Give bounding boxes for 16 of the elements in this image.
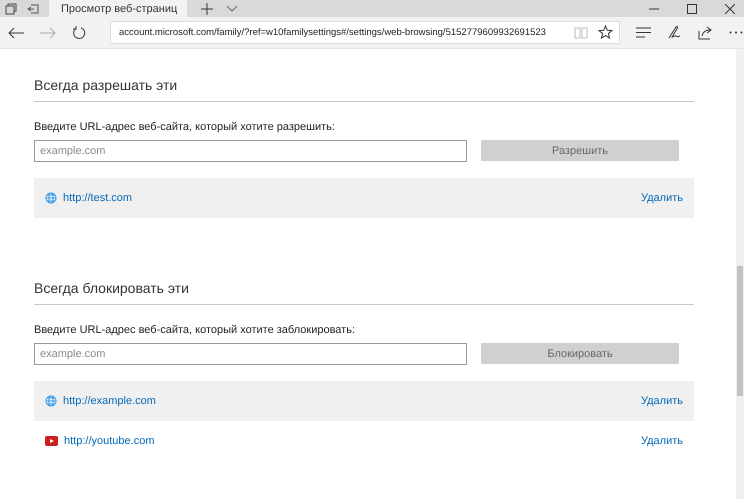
browser-tab[interactable]: Просмотр веб-страниц: [49, 0, 187, 17]
field-label: Введите URL-адрес веб-сайта, который хотите разрешить:: [34, 121, 336, 133]
address-text: account.microsoft.com/family/?ref=w10familysettings#/settings/web-browsing/5152779609932691523: [119, 27, 547, 38]
site-link[interactable]: http://youtube.com: [64, 435, 154, 447]
url-input-field[interactable]: example.com: [34, 140, 467, 162]
tab-title: Просмотр веб-страниц: [61, 2, 178, 14]
field-label: Введите URL-адрес веб-сайта, который хотите заблокировать:: [34, 324, 356, 336]
remove-link[interactable]: Удалить: [641, 435, 683, 447]
section-heading: Всегда блокировать эти: [34, 279, 190, 298]
remove-link[interactable]: Удалить: [641, 395, 683, 407]
url-input-field[interactable]: example.com: [34, 343, 467, 365]
remove-link[interactable]: Удалить: [641, 192, 683, 204]
section-heading: Всегда разрешать эти: [34, 76, 178, 95]
site-link[interactable]: http://test.com: [63, 192, 132, 204]
address-bar[interactable]: account.microsoft.com/family/?ref=w10familysettings#/settings/web-browsing/5152779609932691523: [110, 21, 620, 44]
site-link[interactable]: http://example.com: [63, 395, 156, 407]
